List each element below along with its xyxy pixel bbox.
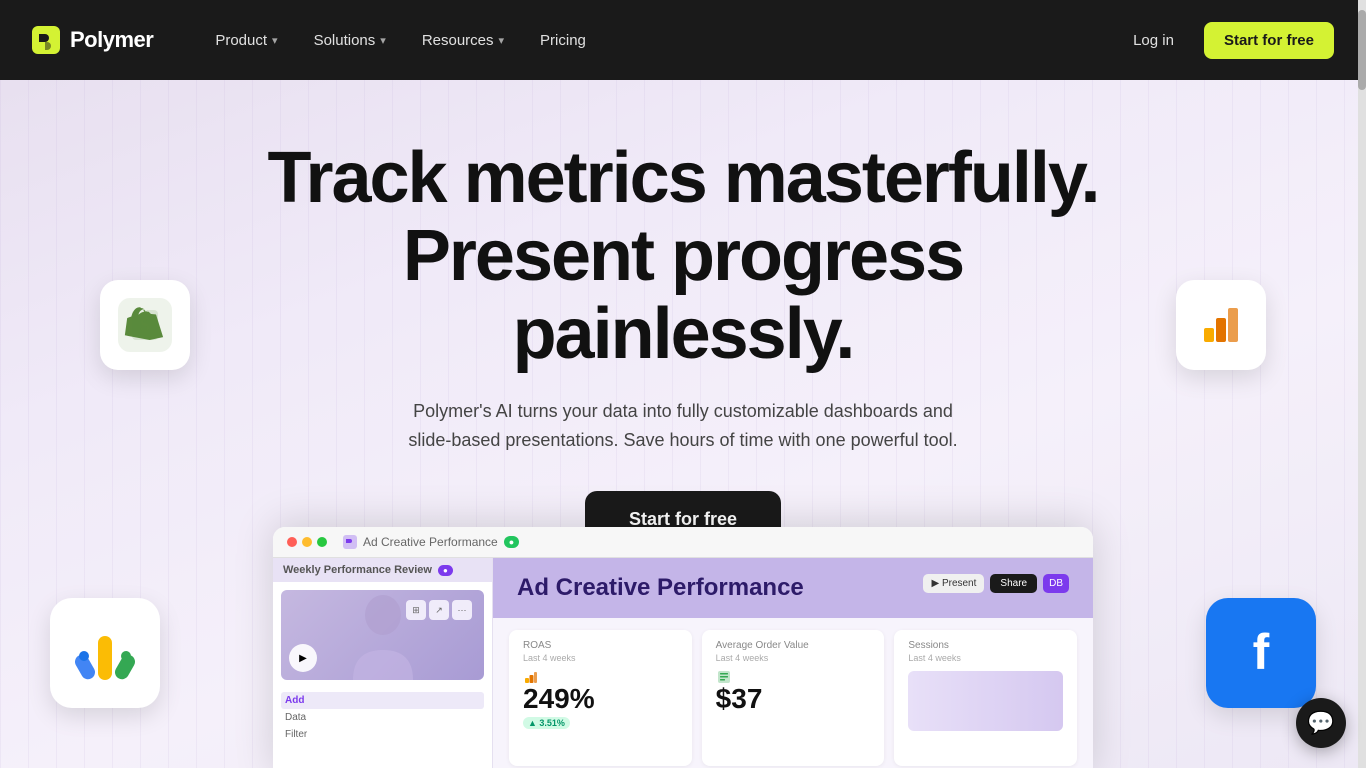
dashboard-content: Weekly Performance Review ● ▶ ⊞ ↗: [273, 558, 1093, 768]
roas-change: ▲ 3.51%: [523, 717, 678, 729]
maximize-dot: [317, 537, 327, 547]
fullscreen-icon[interactable]: ⊞: [406, 600, 426, 620]
nav-right: Log in Start for free: [1119, 22, 1334, 59]
share-button[interactable]: Share: [990, 574, 1037, 593]
share-icon[interactable]: ↗: [429, 600, 449, 620]
window-controls: [287, 537, 327, 547]
roas-label: ROAS: [523, 640, 678, 651]
dashboard-main-title: Ad Creative Performance: [517, 574, 804, 602]
roas-sublabel: Last 4 weeks: [523, 653, 678, 663]
svg-text:S: S: [140, 315, 150, 335]
play-button[interactable]: ▶: [289, 644, 317, 672]
nav-links: Product ▾ Solutions ▾ Resources ▾ Pricin…: [201, 24, 1119, 57]
chevron-down-icon: ▾: [380, 34, 386, 47]
sidebar-item-data[interactable]: Data: [281, 709, 484, 726]
logo[interactable]: Polymer: [32, 26, 153, 54]
google-ads-icon: [50, 598, 160, 708]
panel-badge: ●: [438, 565, 453, 576]
close-dot: [287, 537, 297, 547]
start-for-free-nav-button[interactable]: Start for free: [1204, 22, 1334, 59]
metric-roas: ROAS Last 4 weeks 249% ▲ 3.: [509, 630, 692, 766]
video-controls: ⊞ ↗ ⋯: [398, 596, 480, 624]
dashboard-tab[interactable]: Ad Creative Performance ●: [343, 535, 519, 549]
dashboard-tabbar: Ad Creative Performance ●: [273, 527, 1093, 558]
panel-title: Weekly Performance Review ●: [273, 558, 492, 582]
facebook-icon: f: [1206, 598, 1316, 708]
sidebar-item-add[interactable]: Add: [281, 692, 484, 709]
metric-aov: Average Order Value Last 4 weeks $37: [702, 630, 885, 766]
nav-product[interactable]: Product ▾: [201, 24, 291, 57]
login-button[interactable]: Log in: [1119, 24, 1188, 57]
sessions-label: Sessions: [908, 640, 1063, 651]
aov-sublabel: Last 4 weeks: [716, 653, 871, 663]
chevron-down-icon: ▾: [272, 34, 278, 47]
roas-change-badge: ▲ 3.51%: [523, 717, 570, 729]
dashboard-controls: ▶ Present Share DB: [923, 574, 1069, 593]
chat-bubble-button[interactable]: 💬: [1296, 698, 1346, 748]
sidebar-item-filter[interactable]: Filter: [281, 726, 484, 743]
sessions-sublabel: Last 4 weeks: [908, 653, 1063, 663]
hero-title: Track metrics masterfully. Present progr…: [233, 140, 1133, 373]
polymer-logo-icon: [32, 26, 60, 54]
polymer-tab-icon: [343, 535, 357, 549]
dashboard-preview: Ad Creative Performance ● Weekly Perform…: [273, 527, 1093, 768]
chat-icon: 💬: [1307, 710, 1334, 736]
video-thumbnail[interactable]: ▶ ⊞ ↗ ⋯: [281, 590, 484, 680]
minimize-dot: [302, 537, 312, 547]
google-analytics-icon: [1176, 280, 1266, 370]
chevron-down-icon: ▾: [499, 34, 505, 47]
nav-solutions[interactable]: Solutions ▾: [300, 24, 400, 57]
dashboard-metrics: Ad Creative Performance ▶ Present Share …: [493, 558, 1093, 768]
db-button[interactable]: DB: [1043, 574, 1069, 593]
aov-value: $37: [716, 685, 871, 713]
shopify-icon: S: [100, 280, 190, 370]
hero-section: S: [0, 80, 1366, 768]
svg-text:f: f: [1253, 624, 1270, 680]
metric-sessions: Sessions Last 4 weeks: [894, 630, 1077, 766]
present-button[interactable]: ▶ Present: [923, 574, 984, 593]
roas-value: 249%: [523, 685, 678, 713]
page-scrollbar[interactable]: [1358, 0, 1366, 768]
dashboard-header: Ad Creative Performance ▶ Present Share …: [493, 558, 1093, 618]
nav-pricing[interactable]: Pricing: [526, 24, 600, 57]
sidebar-nav: Add Data Filter: [273, 688, 492, 747]
hero-subtitle: Polymer's AI turns your data into fully …: [393, 397, 973, 455]
scrollbar-thumb[interactable]: [1358, 10, 1366, 90]
nav-resources[interactable]: Resources ▾: [408, 24, 518, 57]
metrics-row: ROAS Last 4 weeks 249% ▲ 3.: [493, 618, 1093, 768]
more-icon[interactable]: ⋯: [452, 600, 472, 620]
logo-text: Polymer: [70, 27, 153, 53]
aov-label: Average Order Value: [716, 640, 871, 651]
dashboard-sidebar: Weekly Performance Review ● ▶ ⊞ ↗: [273, 558, 493, 768]
tab-live-badge: ●: [504, 536, 519, 548]
navbar: Polymer Product ▾ Solutions ▾ Resources …: [0, 0, 1366, 80]
